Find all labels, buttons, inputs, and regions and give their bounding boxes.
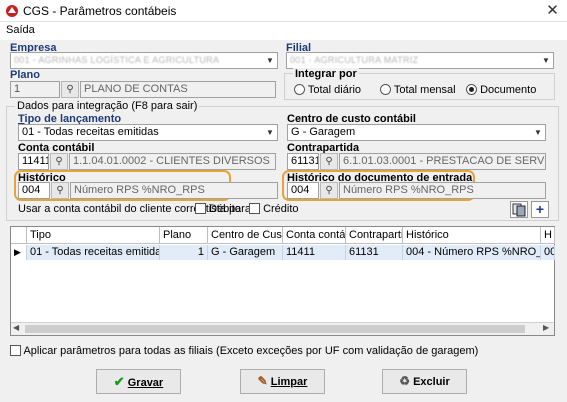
horizontal-scrollbar[interactable]: ◀ ▶ <box>11 322 554 335</box>
binoculars-icon[interactable]: ⚲ <box>61 81 79 98</box>
trash-icon: ♻ <box>399 374 410 388</box>
excluir-button[interactable]: ♻ Excluir <box>382 369 467 394</box>
grid-header-indicator <box>11 227 27 244</box>
radio-label: Total mensal <box>393 84 456 96</box>
grid-header-centro[interactable]: Centro de Custo <box>208 227 283 244</box>
gravar-label: Gravar <box>127 377 164 389</box>
cell-conta[interactable]: 11411 <box>283 245 346 260</box>
historico-entrada-desc-field: Número RPS %NRO_RPS <box>339 182 546 199</box>
historico-code-field[interactable]: 004 <box>18 182 50 199</box>
grid-header-contrapartida[interactable]: Contrapartida <box>346 227 403 244</box>
plano-code-field[interactable]: 1 <box>10 81 60 98</box>
limpar-label: Limpar <box>270 376 308 388</box>
aplicar-checkbox[interactable]: Aplicar parâmetros para todas as filiais… <box>10 345 478 357</box>
title-bar: CGS - Parâmetros contábeis ✕ <box>0 0 567 22</box>
empresa-select[interactable]: 001 - AGRINHAS LOGÍSTICA E AGRICULTURA ▼ <box>10 52 278 69</box>
cell-contrapartida[interactable]: 61131 <box>346 245 403 260</box>
menu-bar: Saída <box>0 22 567 40</box>
scrollbar-thumb[interactable] <box>25 325 525 333</box>
cell-plano[interactable]: 1 <box>160 245 208 260</box>
grid-header-tipo[interactable]: Tipo <box>27 227 160 244</box>
tipo-select[interactable]: 01 - Todas receitas emitidas ▼ <box>18 124 278 141</box>
parameters-grid[interactable]: Tipo Plano Centro de Custo Conta contábi… <box>10 226 555 336</box>
grid-header-historico[interactable]: Histórico <box>403 227 541 244</box>
contrapartida-code-field[interactable]: 61131 <box>287 153 319 170</box>
radio-documento[interactable]: Documento <box>466 84 536 96</box>
centro-select[interactable]: G - Garagem ▼ <box>287 124 546 141</box>
integrar-label: Integrar por <box>293 68 359 80</box>
app-logo-icon <box>6 5 18 17</box>
aplicar-label: Aplicar parâmetros para todas as filiais… <box>23 345 479 357</box>
credito-label: Crédito <box>263 203 299 215</box>
grid-header-h[interactable]: H <box>541 227 555 244</box>
empresa-value: 001 - AGRINHAS LOGÍSTICA E AGRICULTURA <box>14 55 220 65</box>
plano-label: Plano <box>10 69 40 81</box>
row-marker-icon: ▶ <box>11 245 27 260</box>
plus-icon[interactable]: + <box>531 201 549 218</box>
chevron-down-icon: ▼ <box>263 125 277 140</box>
checkbox[interactable] <box>249 203 260 214</box>
radio-label: Documento <box>480 84 537 96</box>
binoculars-icon[interactable]: ⚲ <box>320 182 338 199</box>
checkbox[interactable] <box>195 203 206 214</box>
excluir-label: Excluir <box>413 376 450 388</box>
eraser-icon: ✎ <box>257 374 268 388</box>
cell-historico[interactable]: 004 - Número RPS %NRO_RPS <box>403 245 541 260</box>
chevron-down-icon: ▼ <box>531 125 545 140</box>
centro-value: G - Garagem <box>291 126 356 138</box>
binoculars-icon[interactable]: ⚲ <box>320 153 338 170</box>
grid-header-conta[interactable]: Conta contábil <box>283 227 346 244</box>
menu-item-saida[interactable]: Saída <box>6 24 35 36</box>
copy-icon[interactable] <box>510 201 528 218</box>
conta-desc-field: 1.1.04.01.0002 - CLIENTES DIVERSOS <box>69 153 276 170</box>
credito-checkbox[interactable]: Crédito <box>249 203 299 215</box>
debito-label: Débito <box>209 203 241 215</box>
conta-code-field[interactable]: 11411 <box>18 153 49 170</box>
radio-label: Total diário <box>307 84 362 96</box>
filial-value: 001 - AGRICULTURA MATRIZ <box>290 55 419 65</box>
scroll-right-icon[interactable]: ▶ <box>543 323 549 332</box>
cell-tipo[interactable]: 01 - Todas receitas emitidas <box>27 245 160 260</box>
plano-name-field: PLANO DE CONTAS <box>80 81 276 98</box>
grid-header-plano[interactable]: Plano <box>160 227 208 244</box>
radio-total-mensal[interactable]: Total mensal <box>380 84 456 96</box>
checkbox[interactable] <box>10 345 21 356</box>
binoculars-icon[interactable]: ⚲ <box>50 153 68 170</box>
radio-button[interactable] <box>294 84 305 95</box>
limpar-button[interactable]: ✎ Limpar <box>240 369 325 394</box>
cell-centro[interactable]: G - Garagem <box>208 245 283 260</box>
historico-desc-field: Número RPS %NRO_RPS <box>70 182 278 199</box>
debito-checkbox[interactable]: Débito <box>195 203 241 215</box>
scroll-left-icon[interactable]: ◀ <box>13 323 19 332</box>
close-button[interactable]: ✕ <box>538 0 567 22</box>
chevron-down-icon: ▼ <box>263 53 277 68</box>
cell-h[interactable]: 00 <box>541 245 555 260</box>
filial-select[interactable]: 001 - AGRICULTURA MATRIZ ▼ <box>286 52 554 69</box>
radio-button-selected[interactable] <box>466 84 477 95</box>
window-title: CGS - Parâmetros contábeis <box>23 4 177 18</box>
gravar-button[interactable]: ✔ Gravar <box>96 369 181 394</box>
dados-label: Dados para integração (F8 para sair) <box>15 100 200 112</box>
contrapartida-desc-field: 6.1.01.03.0001 - PRESTACAO DE SERVICOS <box>339 153 546 170</box>
checkmark-icon: ✔ <box>113 374 125 389</box>
radio-total-diario[interactable]: Total diário <box>294 84 361 96</box>
binoculars-icon[interactable]: ⚲ <box>51 182 69 199</box>
historico-entrada-code-field[interactable]: 004 <box>287 182 319 199</box>
radio-button[interactable] <box>380 84 391 95</box>
tipo-value: 01 - Todas receitas emitidas <box>22 126 159 138</box>
chevron-down-icon: ▼ <box>539 53 553 68</box>
